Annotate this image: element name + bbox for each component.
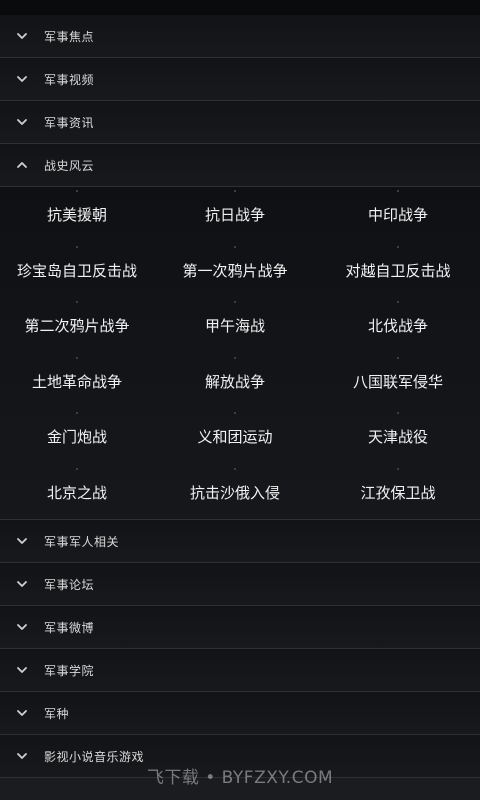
chevron-down-icon — [0, 707, 44, 719]
section-label: 战史风云 — [44, 158, 95, 173]
category-item[interactable]: 北伐战争 — [316, 315, 480, 336]
chevron-down-icon — [0, 621, 44, 633]
section-row-bottom-1[interactable]: 军事论坛 — [0, 563, 480, 606]
section-row-bottom-5[interactable]: 影视小说音乐游戏 — [0, 735, 480, 778]
chevron-down-icon — [0, 116, 44, 128]
category-item[interactable]: 第一次鸦片战争 — [154, 260, 316, 281]
status-bar — [0, 0, 480, 15]
category-item[interactable]: 甲午海战 — [154, 315, 316, 336]
category-item[interactable]: 金门炮战 — [0, 426, 154, 447]
section-label: 军事军人相关 — [44, 534, 120, 549]
chevron-down-icon — [0, 578, 44, 590]
chevron-down-icon — [0, 73, 44, 85]
category-item[interactable]: 珍宝岛自卫反击战 — [0, 260, 154, 281]
chevron-down-icon — [0, 750, 44, 762]
chevron-down-icon — [0, 664, 44, 676]
top-section-list: 军事焦点军事视频军事资讯战史风云 — [0, 15, 480, 187]
category-item[interactable]: 天津战役 — [316, 426, 480, 447]
category-item[interactable]: 抗美援朝 — [0, 204, 154, 225]
category-item[interactable]: 对越自卫反击战 — [316, 260, 480, 281]
section-row-bottom-4[interactable]: 军种 — [0, 692, 480, 735]
category-item[interactable]: 中印战争 — [316, 204, 480, 225]
category-item[interactable]: 北京之战 — [0, 482, 154, 503]
chevron-down-icon — [0, 30, 44, 42]
section-row-top-2[interactable]: 军事资讯 — [0, 101, 480, 144]
section-label: 军事资讯 — [44, 115, 95, 130]
section-row-bottom-3[interactable]: 军事学院 — [0, 649, 480, 692]
chevron-down-icon — [0, 535, 44, 547]
section-label: 军事论坛 — [44, 577, 95, 592]
section-label: 军事焦点 — [44, 29, 95, 44]
category-item[interactable]: 解放战争 — [154, 371, 316, 392]
category-item[interactable]: 江孜保卫战 — [316, 482, 480, 503]
category-item[interactable]: 第二次鸦片战争 — [0, 315, 154, 336]
category-item[interactable]: 八国联军侵华 — [316, 371, 480, 392]
section-row-bottom-0[interactable]: 军事军人相关 — [0, 520, 480, 563]
section-label: 军事微博 — [44, 620, 95, 635]
section-row-bottom-2[interactable]: 军事微博 — [0, 606, 480, 649]
category-item[interactable]: 土地革命战争 — [0, 371, 154, 392]
section-label: 军种 — [44, 706, 70, 721]
app-root: 军事焦点军事视频军事资讯战史风云 抗美援朝 抗日战争 中印战争珍宝岛自卫反击战 第一次… — [0, 0, 480, 800]
section-row-top-1[interactable]: 军事视频 — [0, 58, 480, 101]
bottom-section-list: 军事军人相关 军事论坛军事微博军事学院军种影视小说音乐游戏 — [0, 520, 480, 778]
section-label: 影视小说音乐游戏 — [44, 749, 145, 764]
section-label: 军事学院 — [44, 663, 95, 678]
section-row-top-3[interactable]: 战史风云 — [0, 144, 480, 187]
section-label: 军事视频 — [44, 72, 95, 87]
category-item[interactable]: 抗日战争 — [154, 204, 316, 225]
expanded-category-grid: 抗美援朝 抗日战争 中印战争珍宝岛自卫反击战 第一次鸦片战争 对越自卫反击战第二次鸦片战… — [0, 187, 480, 520]
chevron-up-icon — [0, 159, 44, 171]
category-item[interactable]: 抗击沙俄入侵 — [154, 482, 316, 503]
section-row-top-0[interactable]: 军事焦点 — [0, 15, 480, 58]
category-item[interactable]: 义和团运动 — [154, 426, 316, 447]
